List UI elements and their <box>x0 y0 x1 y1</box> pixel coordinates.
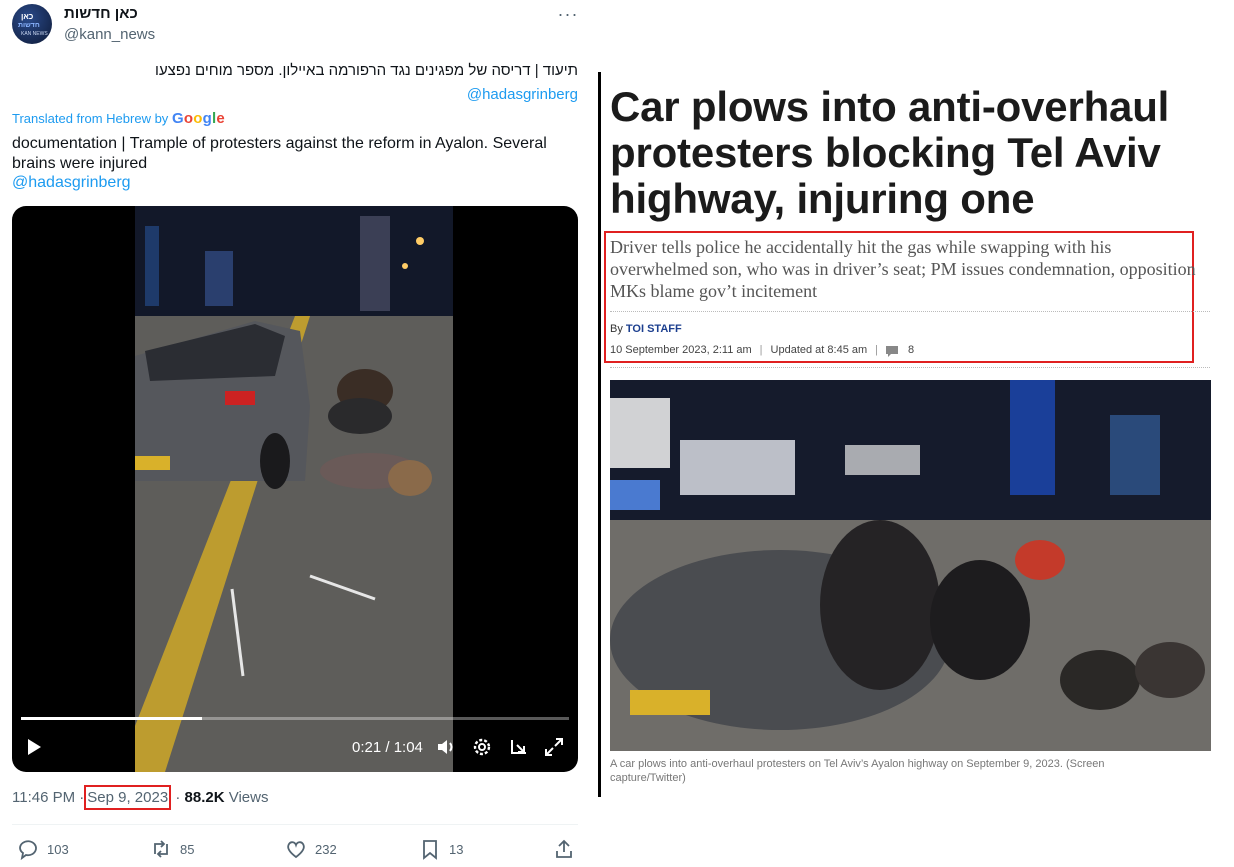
volume-icon[interactable] <box>435 736 457 758</box>
divider <box>12 824 578 825</box>
fullscreen-icon[interactable] <box>543 736 565 758</box>
reply-button[interactable]: 103 <box>17 838 69 860</box>
share-button[interactable] <box>553 838 575 860</box>
meta-separator-2: · <box>175 789 181 806</box>
video-player[interactable]: 0:21 / 1:04 <box>12 206 578 772</box>
translation-label: Translated from Hebrew by <box>12 111 169 126</box>
tweet-text-english: documentation | Trample of protesters ag… <box>12 135 547 172</box>
user-handle[interactable]: @kann_news <box>64 26 155 43</box>
tweet-date[interactable]: Sep 9, 2023 <box>84 785 172 810</box>
tweet-text-hebrew: תיעוד | דריסה של מפגינים נגד הרפורמה באי… <box>155 62 578 79</box>
translation-notice[interactable]: Translated from Hebrew by Google <box>12 110 225 127</box>
settings-gear-icon[interactable] <box>471 736 493 758</box>
picture-in-picture-icon[interactable] <box>508 736 530 758</box>
article-photo[interactable] <box>610 380 1211 751</box>
reply-count: 103 <box>47 841 69 857</box>
views-label: Views <box>228 789 269 806</box>
display-name[interactable]: כאן חדשות <box>64 5 138 22</box>
repost-icon <box>154 840 168 858</box>
comment-icon[interactable] <box>886 346 899 357</box>
published-date: 10 September 2023, 2:11 am <box>610 344 752 356</box>
photo-scene <box>610 380 1211 751</box>
left-rule <box>598 72 601 797</box>
tweet-meta: 11:46 PM · Sep 9, 2023 · 88.2K Views <box>12 785 269 810</box>
bookmark-count: 13 <box>449 841 464 857</box>
video-progress-bar[interactable] <box>21 717 569 720</box>
views-count: 88.2K <box>184 789 225 806</box>
byline-prefix: By <box>610 323 623 335</box>
tweet-time[interactable]: 11:46 PM <box>12 789 75 806</box>
bookmark-icon <box>423 840 437 860</box>
updated-time: Updated at 8:45 am <box>770 344 868 356</box>
mention-link-hebrew[interactable]: @hadasgrinberg <box>467 86 578 103</box>
play-icon[interactable] <box>28 739 41 755</box>
byline: By TOI STAFF <box>610 323 682 335</box>
video-scene <box>135 206 453 772</box>
avatar-text-1: כאן <box>21 12 34 21</box>
dateline-separator-2: | <box>875 344 879 356</box>
repost-count: 85 <box>180 841 195 857</box>
share-icon <box>556 839 572 858</box>
article-panel: Car plows into anti-overhaul protesters … <box>598 0 1234 867</box>
divider-dotted-2 <box>610 367 1210 368</box>
like-count: 232 <box>315 841 337 857</box>
mention-link-english[interactable]: @hadasgrinberg <box>12 174 131 192</box>
photo-caption: A car plows into anti-overhaul protester… <box>610 758 1105 784</box>
author-link[interactable]: TOI STAFF <box>626 323 682 335</box>
dateline-separator: | <box>759 344 763 356</box>
article-headline: Car plows into anti-overhaul protesters … <box>610 83 1170 222</box>
repost-button[interactable]: 85 <box>150 838 194 860</box>
like-button[interactable]: 232 <box>285 838 337 860</box>
heart-icon <box>287 841 305 859</box>
dateline: 10 September 2023, 2:11 am | Updated at … <box>610 344 914 357</box>
tweet-card: כאן חדשות KAN NEWS כאן חדשות @kann_news … <box>0 0 592 867</box>
divider-dotted <box>610 311 1210 312</box>
video-frame <box>135 206 453 772</box>
avatar-text-2: חדשות <box>18 22 40 29</box>
avatar-text-3: KAN NEWS <box>21 31 48 37</box>
avatar[interactable]: כאן חדשות KAN NEWS <box>12 4 52 44</box>
comment-count[interactable]: 8 <box>908 344 914 356</box>
bookmark-button[interactable]: 13 <box>419 838 463 860</box>
google-logo: Google <box>171 110 225 127</box>
video-time: 0:21 / 1:04 <box>352 739 423 756</box>
article-subhead: Driver tells police he accidentally hit … <box>610 237 1196 301</box>
more-options-icon[interactable]: ··· <box>556 4 580 24</box>
reply-icon <box>19 840 37 860</box>
video-progress-fill <box>21 717 202 720</box>
